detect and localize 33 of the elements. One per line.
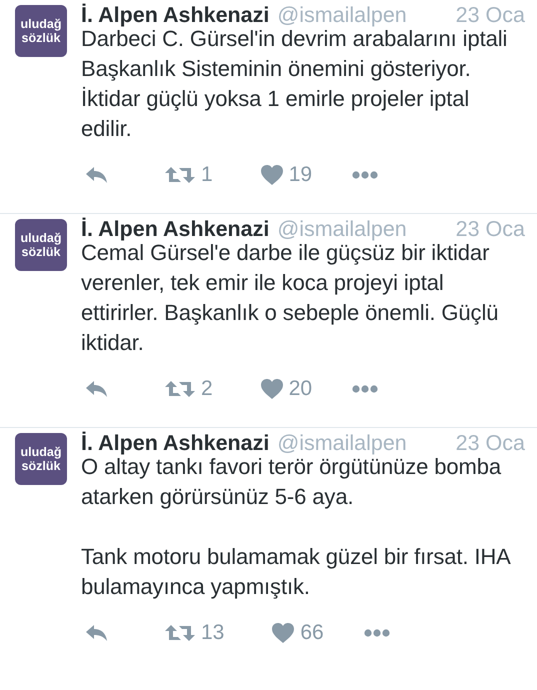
retweet-count: 1 [201, 162, 213, 188]
user-handle: @ismailalpen [277, 4, 407, 26]
like-count: 19 [288, 162, 312, 188]
like-count: 66 [300, 620, 324, 646]
retweet-icon[interactable] [165, 623, 195, 643]
tweet-text: Darbeci C. Gürsel'in devrim arabalarını iptali Başkanlık Sisteminin önemini gösteriyor. İktidar güçlü yoksa 1 emirle projeler iptal edilir. [81, 26, 508, 143]
more-icon[interactable] [352, 385, 378, 393]
avatar-logo[interactable]: uludağ sözlük [15, 219, 67, 271]
heart-icon[interactable] [272, 623, 294, 643]
retweet-count: 2 [201, 376, 213, 402]
retweet-count: 13 [201, 620, 224, 646]
tweet-date: 23 Oca [456, 4, 525, 26]
reply-icon[interactable] [85, 624, 109, 642]
reply-icon[interactable] [85, 166, 109, 184]
avatar-logo[interactable]: uludağ sözlük [15, 433, 67, 485]
user-name[interactable]: İ. Alpen Ashkenazi [81, 432, 270, 454]
more-icon[interactable] [352, 171, 378, 179]
user-name[interactable]: İ. Alpen Ashkenazi [81, 4, 270, 26]
tweet-text: O altay tankı favori terör örgütünüze bomba atarken görürsünüz 5-6 aya. Tank motoru bulamamak güzel bir fırsat. IHA bulamayınca yapmıştık. [81, 454, 512, 601]
avatar-logo[interactable]: uludağ sözlük [15, 5, 67, 57]
retweet-icon[interactable] [165, 165, 195, 185]
heart-icon[interactable] [260, 379, 283, 399]
user-handle: @ismailalpen [277, 432, 407, 454]
retweet-icon[interactable] [165, 379, 195, 399]
user-handle: @ismailalpen [277, 218, 407, 240]
tweet-text: Cemal Gürsel'e darbe ile güçsüz bir iktidar verenler, tek emir ile koca projeyi iptal ettirirler. Başkanlık o sebeple önemli. Güçlü iktidar. [81, 240, 500, 357]
tweet-date: 23 Oca [456, 432, 525, 454]
heart-icon[interactable] [260, 165, 283, 185]
like-count: 20 [288, 376, 312, 402]
tweet-date: 23 Oca [456, 218, 525, 240]
more-icon[interactable] [364, 629, 390, 637]
reply-icon[interactable] [85, 380, 109, 398]
user-name[interactable]: İ. Alpen Ashkenazi [81, 218, 270, 240]
